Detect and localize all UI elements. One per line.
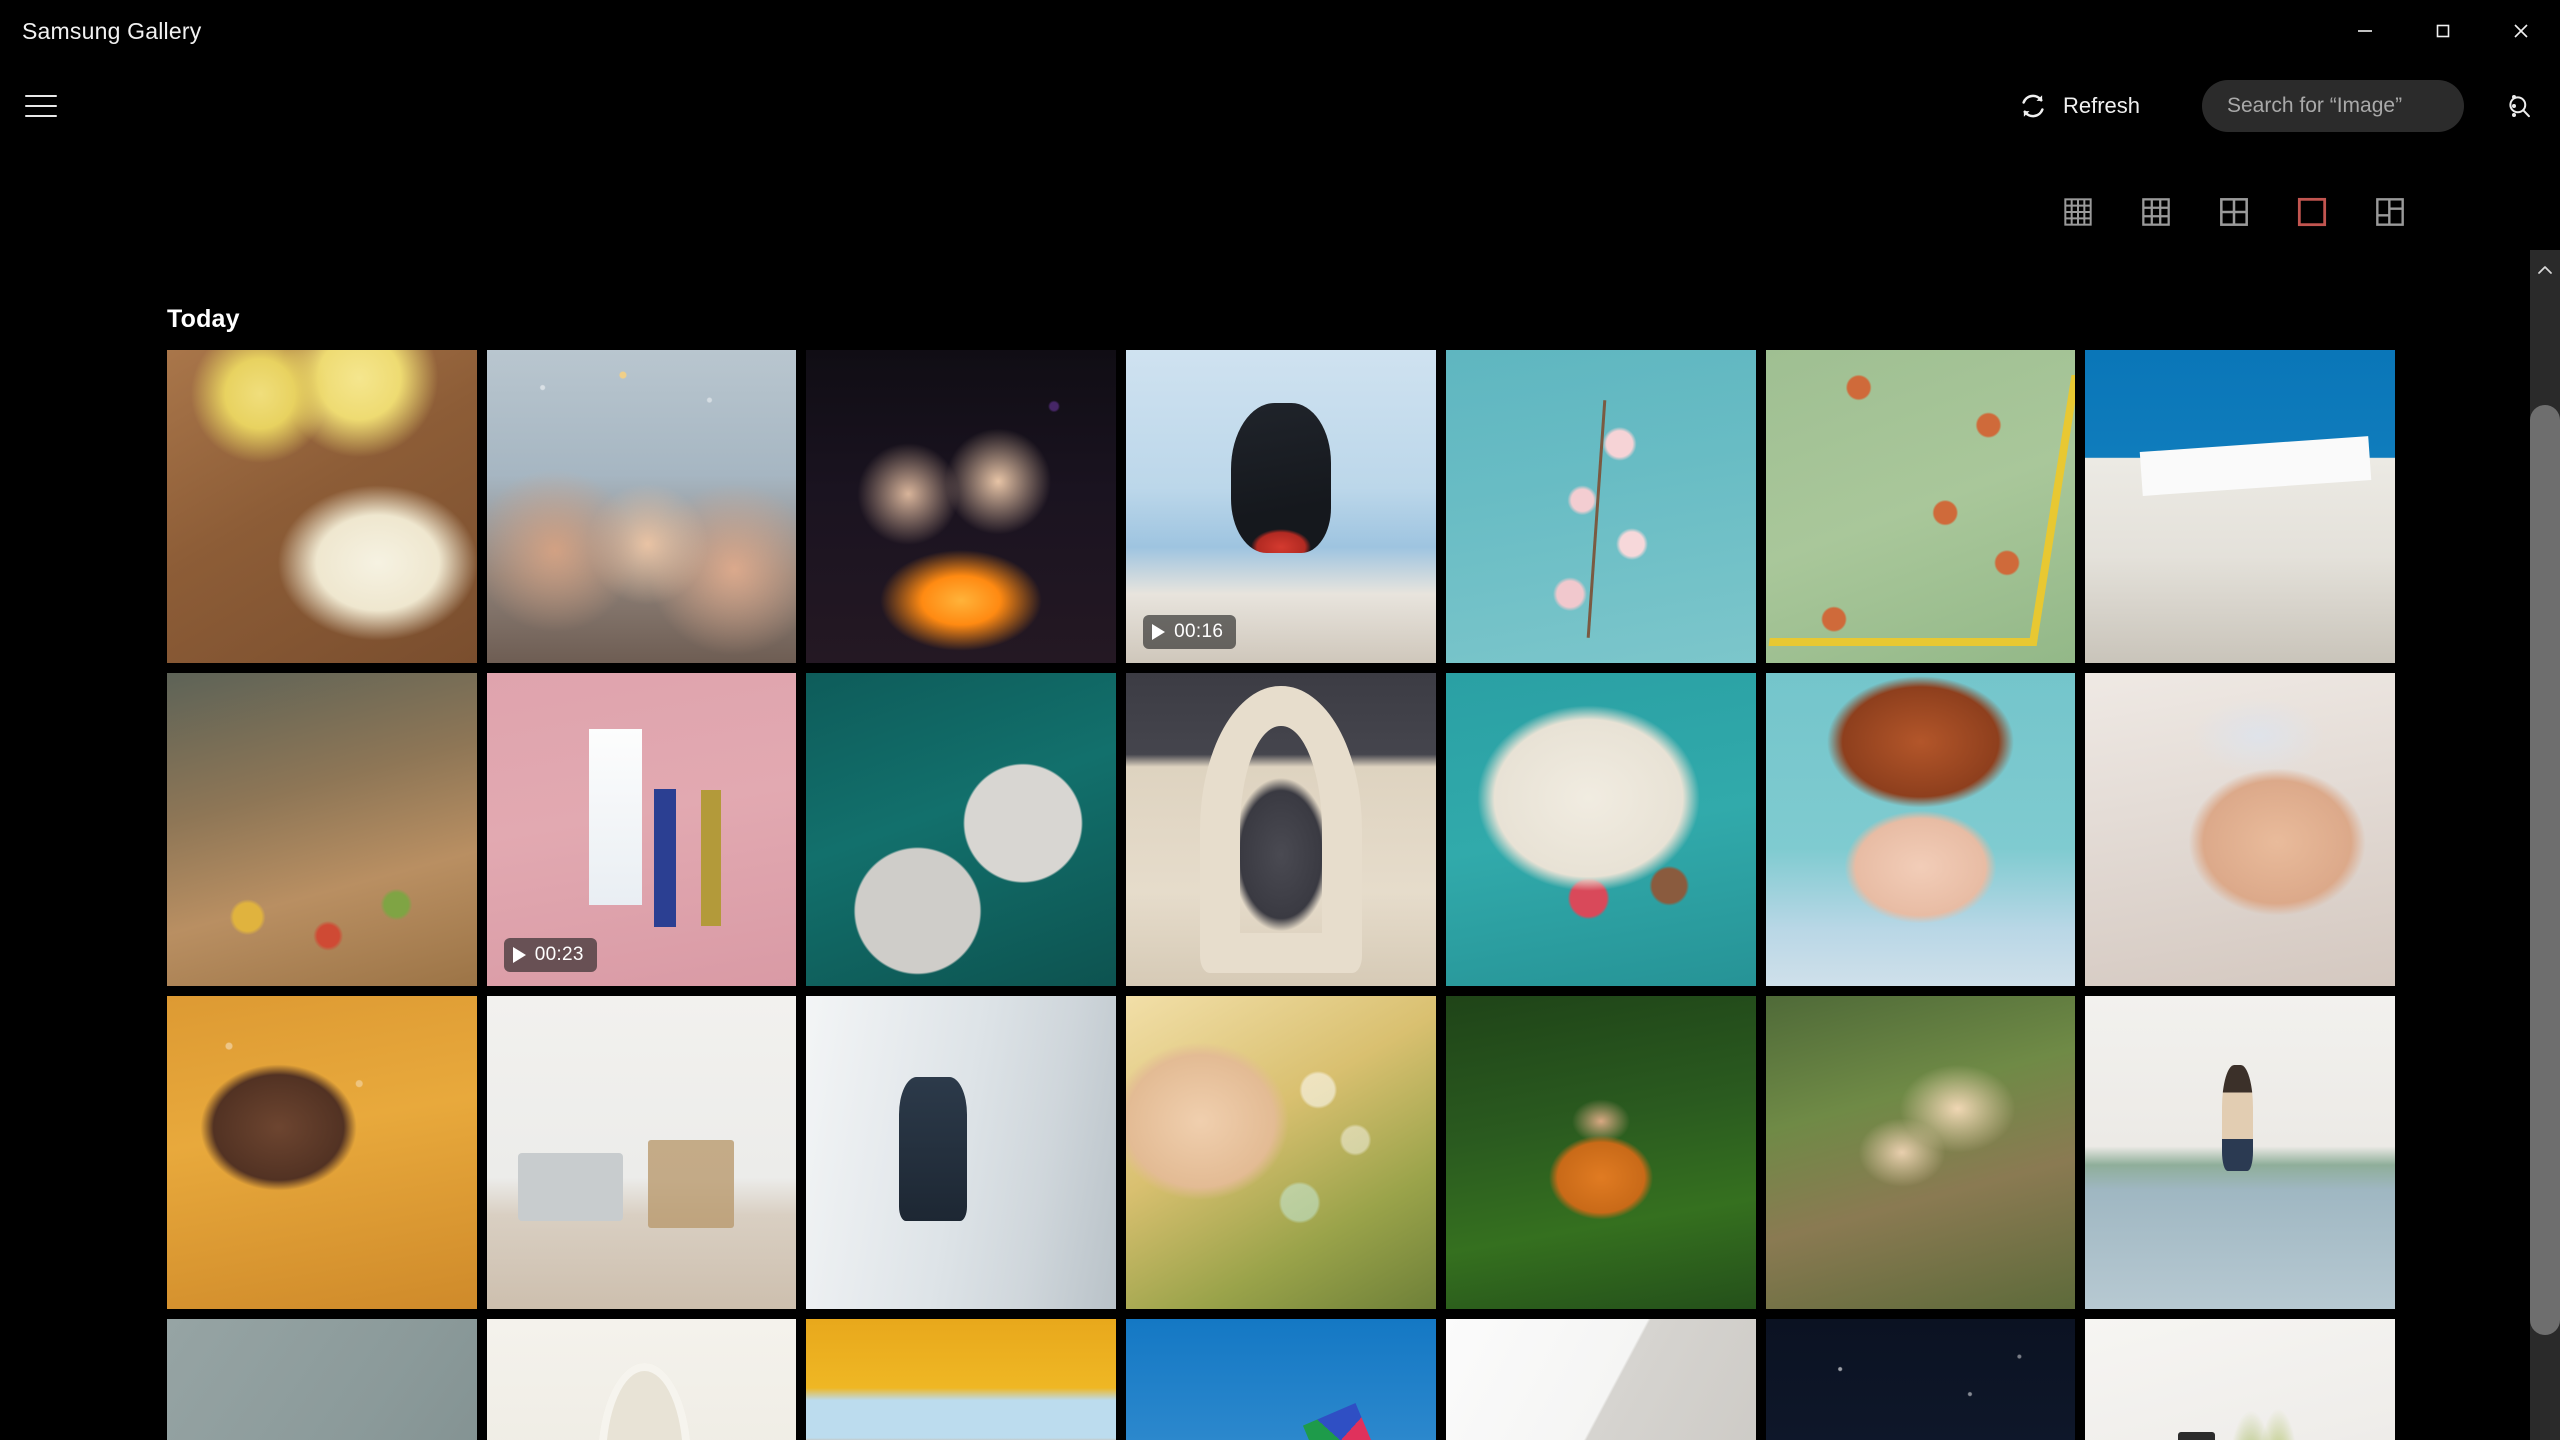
chevron-up-icon — [2538, 266, 2552, 274]
hamburger-line — [25, 115, 57, 117]
photo-thumbnail — [806, 350, 1117, 663]
photo-confetti-friends[interactable] — [486, 350, 797, 663]
close-button[interactable] — [2482, 0, 2560, 62]
photo-man-laptop-forest[interactable] — [1445, 996, 1756, 1309]
photo-thumbnail — [1126, 1319, 1436, 1440]
photo-thumbnail — [1445, 350, 1756, 663]
photo-thumbnail — [1126, 996, 1436, 1309]
photo-thumbnail — [167, 996, 477, 1309]
photo-macarons[interactable] — [1445, 673, 1756, 986]
maximize-icon — [2436, 24, 2450, 38]
minimize-icon — [2358, 30, 2372, 32]
view-mode-split-icon[interactable] — [2374, 196, 2406, 228]
search-box[interactable] — [2202, 80, 2530, 132]
photo-redhead-portrait[interactable] — [1765, 673, 2076, 986]
photo-beige-arch[interactable] — [1126, 673, 1436, 986]
photo-bubbles[interactable] — [1126, 996, 1436, 1309]
photo-peace-sign-woman[interactable] — [2085, 673, 2395, 986]
photo-thumbnail — [806, 1319, 1117, 1440]
minimize-button[interactable] — [2326, 0, 2404, 62]
photo-thumbnail — [1445, 1319, 1756, 1440]
photo-thumbnail — [486, 350, 797, 663]
photo-thumbnail — [1765, 350, 2076, 663]
photo-plant-and-bottle[interactable] — [2085, 1319, 2395, 1440]
photo-colorful-architecture[interactable] — [806, 1319, 1117, 1440]
photo-woman-in-van[interactable] — [167, 996, 477, 1309]
photo-kite-blue-sky[interactable] — [1126, 1319, 1436, 1440]
app-title: Samsung Gallery — [22, 17, 202, 44]
photo-gray-gradient[interactable] — [167, 1319, 477, 1440]
photo-thumbnail — [167, 673, 477, 986]
photo-thumbnail — [2085, 1319, 2395, 1440]
photo-thumbnail — [2085, 350, 2395, 663]
video-duration-label: 00:16 — [1174, 621, 1224, 642]
play-icon — [512, 947, 526, 963]
play-icon — [1152, 624, 1166, 640]
photo-white-wall[interactable] — [1445, 1319, 1756, 1440]
toolbar-actions: Refresh — [2000, 76, 2560, 136]
photo-thumbnail — [2085, 996, 2395, 1309]
photo-thumbnail — [1765, 996, 2076, 1309]
photo-terrazzo-podiums[interactable] — [806, 673, 1117, 986]
hamburger-line — [25, 105, 57, 107]
photo-white-building[interactable] — [2085, 350, 2395, 663]
title-bar: Samsung Gallery — [0, 0, 2560, 62]
photo-sparklers[interactable] — [806, 350, 1117, 663]
view-mode-switcher — [2062, 196, 2406, 228]
view-mode-grid-1x1-icon[interactable] — [2296, 196, 2328, 228]
photo-grid: 00:16 00:23 — [167, 350, 2395, 1440]
video-skateboarder[interactable]: 00:16 — [1126, 350, 1436, 663]
refresh-label: Refresh — [2062, 93, 2140, 118]
section-title: Today — [167, 305, 240, 333]
photo-jumping-into-lake[interactable] — [2085, 996, 2395, 1309]
window-controls — [2326, 0, 2560, 62]
photo-thumbnail — [1126, 673, 1436, 986]
photo-thumbnail — [806, 673, 1117, 986]
hamburger-line — [25, 95, 57, 97]
maximize-button[interactable] — [2404, 0, 2482, 62]
video-duration-label: 00:23 — [534, 944, 584, 965]
vertical-scrollbar[interactable] — [2530, 250, 2560, 1440]
photo-thumbnail — [486, 996, 797, 1309]
view-mode-grid-2x2-icon[interactable] — [2218, 196, 2250, 228]
photo-night-tree[interactable] — [1765, 1319, 2076, 1440]
photo-thumbnail — [1445, 996, 1756, 1309]
hamburger-icon[interactable] — [2, 62, 80, 150]
view-mode-grid-4x4-icon[interactable] — [2062, 196, 2094, 228]
photo-gardening-family[interactable] — [1765, 996, 2076, 1309]
search-input[interactable] — [2202, 80, 2506, 132]
photo-cherry-blossom[interactable] — [1445, 350, 1756, 663]
scroll-up-button[interactable] — [2530, 250, 2560, 290]
scrollbar-thumb[interactable] — [2530, 405, 2560, 1335]
photo-basketball-court[interactable] — [1765, 350, 2076, 663]
photo-thumbnail — [1765, 673, 2076, 986]
refresh-button[interactable]: Refresh — [2000, 81, 2158, 131]
photo-thumbnail — [1445, 673, 1756, 986]
video-pink-fashion[interactable]: 00:23 — [486, 673, 797, 986]
photo-thumbnail — [1765, 1319, 2076, 1440]
gallery-content: Today 00:16 00:23 — [0, 250, 2530, 1440]
photo-living-room[interactable] — [486, 996, 797, 1309]
refresh-icon — [2022, 94, 2044, 118]
photo-thumbnail — [167, 350, 477, 663]
photo-thumbnail — [806, 996, 1117, 1309]
photo-white-corridor[interactable] — [486, 1319, 797, 1440]
view-mode-grid-3x3-icon[interactable] — [2140, 196, 2172, 228]
video-duration-badge: 00:23 — [503, 938, 597, 972]
photo-chopping-vegetables[interactable] — [167, 673, 477, 986]
photo-thumbnail — [2085, 673, 2395, 986]
photo-thumbnail — [486, 1319, 797, 1440]
close-icon — [2514, 24, 2528, 38]
photo-man-with-bicycle[interactable] — [806, 996, 1117, 1309]
photo-lemonade[interactable] — [167, 350, 477, 663]
toolbar: Refresh — [0, 62, 2560, 150]
video-duration-badge: 00:16 — [1143, 615, 1237, 649]
search-icon[interactable] — [2506, 93, 2553, 120]
photo-thumbnail — [167, 1319, 477, 1440]
